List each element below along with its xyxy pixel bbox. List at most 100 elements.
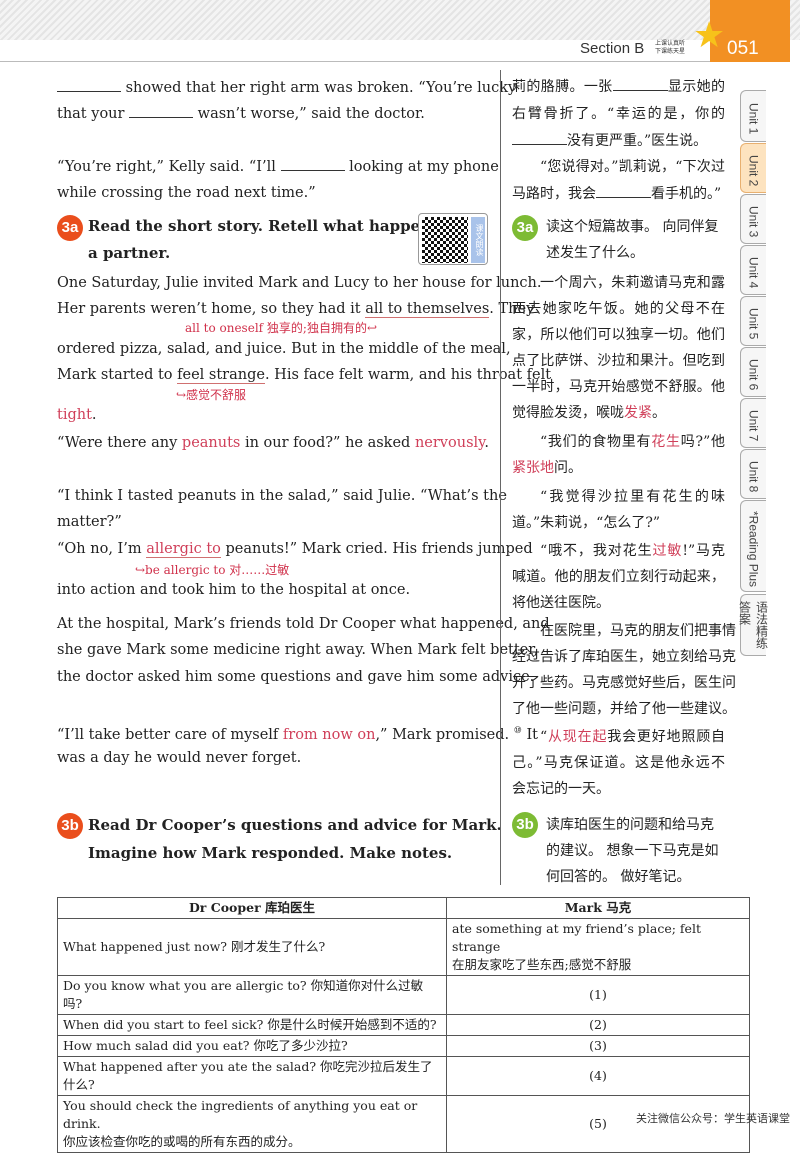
exercise-badge-3a: 3a <box>57 215 83 241</box>
text: 问。 <box>554 460 582 476</box>
exercise-title-cn: 读这个短篇故事。 向同伴复 <box>546 214 718 240</box>
exercise-title: Read Dr Cooper’s questions and advice fo… <box>88 812 486 838</box>
tab-reading-plus[interactable]: *Reading Plus <box>740 500 766 592</box>
qr-code-image <box>422 217 468 263</box>
fill-blank[interactable] <box>512 131 567 145</box>
exercise-badge-3a-cn: 3a <box>512 215 538 241</box>
tab-unit-1[interactable]: Unit 1 <box>740 90 766 142</box>
tab-unit-2[interactable]: Unit 2 <box>740 143 766 193</box>
annotation: ↪感觉不舒服 <box>176 386 246 403</box>
highlighted-phrase: allergic to <box>146 541 221 558</box>
question-cell: When did you start to feel sick? 你是什么时候开… <box>58 1015 447 1036</box>
tab-unit-7[interactable]: Unit 7 <box>740 398 766 448</box>
table-row: What happened just now? 刚才发生了什么?ate some… <box>58 919 750 976</box>
cn-line: 喊道。他的朋友们立刻行动起来， <box>512 567 725 587</box>
vocab-word: peanuts <box>182 435 240 451</box>
cn-line: 一个周六，朱莉邀请马克和露 <box>512 273 725 293</box>
table-row: What happened after you ate the salad? 你… <box>58 1057 750 1096</box>
fill-blank[interactable] <box>129 104 193 118</box>
text: “Were there any <box>57 435 182 451</box>
story-line: At the hospital, Mark’s friends told Dr … <box>57 614 489 634</box>
exercise-badge-3b-cn: 3b <box>512 812 538 838</box>
text: “我们的食物里有 <box>540 434 651 450</box>
story-line: Mark started to feel strange. His face f… <box>57 365 489 385</box>
tab-grammar-answers[interactable]: 语法精练答案 <box>740 594 766 656</box>
text: . His face felt warm, and his throat fel… <box>265 367 551 383</box>
header-background <box>0 0 800 40</box>
cn-line: 点了比萨饼、沙拉和果汁。但吃到 <box>512 351 725 371</box>
text: 没有更严重。”医生说。 <box>567 133 707 149</box>
section-subtitle: 上课认真听下课练天星 <box>655 40 685 56</box>
tab-unit-6[interactable]: Unit 6 <box>740 347 766 397</box>
cn-line: 觉得脸发烫，喉咙发紧。 <box>512 403 725 423</box>
cn-line: 一半时，马克开始感觉不舒服。他 <box>512 377 725 397</box>
answer-blank-4[interactable]: (4) <box>447 1057 750 1096</box>
text: “You’re right,” Kelly said. “I’ll <box>57 159 276 175</box>
text-line: while crossing the road next time.” <box>57 183 489 203</box>
tab-unit-8[interactable]: Unit 8 <box>740 449 766 499</box>
story-line: ordered pizza, salad, and juice. But in … <box>57 339 489 359</box>
exercise-title: Imagine how Mark responded. Make notes. <box>88 840 452 866</box>
text: Mark started to <box>57 367 177 383</box>
text: “哦不，我对花生 <box>540 543 653 559</box>
cn-line: “我们的食物里有花生吗?”他 <box>512 432 725 452</box>
text: showed that her right arm was broken. “Y… <box>126 80 517 96</box>
cn-line: “我觉得沙拉里有花生的味 <box>512 487 725 507</box>
text: 觉得脸发烫，喉咙 <box>512 405 624 421</box>
cn-line: “从现在起我会更好地照顾自 <box>512 727 725 747</box>
vocab-word: 花生 <box>651 434 681 450</box>
subtitle-line: 下课练天星 <box>655 48 685 56</box>
answer-blank-2[interactable]: (2) <box>447 1015 750 1036</box>
exercise-title: Read the short story. Retell what happen… <box>88 213 473 239</box>
fill-blank[interactable] <box>596 184 651 198</box>
table-header-row: Dr Cooper 库珀医生Mark 马克 <box>58 898 750 919</box>
cn-line: “哦不，我对花生过敏!”马克 <box>512 541 725 561</box>
fill-blank[interactable] <box>281 157 345 171</box>
story-line: into action and took him to the hospital… <box>57 580 489 600</box>
column-header: Mark 马克 <box>447 898 750 919</box>
text-line: showed that her right arm was broken. “Y… <box>57 78 489 98</box>
story-line: was a day he would never forget. <box>57 748 489 768</box>
qr-label: 课文朗读 <box>471 217 485 263</box>
text: 莉的胳膊。一张 <box>512 79 613 95</box>
table-row: How much salad did you eat? 你吃了多少沙拉?(3) <box>58 1036 750 1057</box>
text: 我会更好地照顾自 <box>607 729 725 745</box>
text: 。 <box>652 405 666 421</box>
cn-line: 莉的胳膊。一张 显示她的 <box>512 77 725 97</box>
tab-unit-4[interactable]: Unit 4 <box>740 245 766 295</box>
fill-blank[interactable] <box>613 77 668 91</box>
table-row: Do you know what you are allergic to? 你知… <box>58 976 750 1015</box>
exercise-title-cn: 读库珀医生的问题和给马克 <box>546 812 714 838</box>
story-line: tight. <box>57 405 489 425</box>
text: Her parents weren’t home, so they had it <box>57 301 365 317</box>
cn-line: 经过告诉了库珀医生，她立刻给马克 <box>512 647 725 667</box>
story-line: “I think I tasted peanuts in the salad,”… <box>57 486 489 506</box>
tab-unit-3[interactable]: Unit 3 <box>740 194 766 244</box>
annotation: all to oneself 独享的;独自拥有的↩ <box>185 319 377 336</box>
answer-text: ate something at my friend’s place; felt… <box>452 920 744 956</box>
exercise-badge-3b: 3b <box>57 813 83 839</box>
text: 显示她的 <box>668 79 725 95</box>
exercise-title-cn: 的建议。 想象一下马克是如 <box>546 838 718 864</box>
story-line: she gave Mark some medicine right away. … <box>57 640 489 660</box>
qr-code[interactable]: 课文朗读 <box>418 213 488 265</box>
cn-line: 己。”马克保证道。这是他永远不 <box>512 753 725 773</box>
fill-blank[interactable] <box>57 78 121 92</box>
text: 看手机的。” <box>651 186 721 202</box>
answer-blank-3[interactable]: (3) <box>447 1036 750 1057</box>
answer-blank-1[interactable]: (1) <box>447 976 750 1015</box>
tab-unit-5[interactable]: Unit 5 <box>740 296 766 346</box>
cn-line: 道。”朱莉说，“怎么了?” <box>512 513 725 533</box>
story-line: the doctor asked him some questions and … <box>57 667 489 687</box>
cn-line: 家，所以他们可以独享一切。他们 <box>512 325 725 345</box>
highlighted-phrase: feel strange <box>177 367 265 384</box>
answer-text: 在朋友家吃了些东西;感觉不舒服 <box>452 956 744 974</box>
text: !”马克 <box>682 543 725 559</box>
text: 马路时，我会 <box>512 186 596 202</box>
question-cell: Do you know what you are allergic to? 你知… <box>58 976 447 1015</box>
page-number: 051 <box>727 38 759 60</box>
text: wasn’t worse,” said the doctor. <box>198 106 425 122</box>
exercise-title: a partner. <box>88 240 170 266</box>
advice-text: You should check the ingredients of anyt… <box>63 1097 441 1133</box>
cn-line: “您说得对。”凯莉说，“下次过 <box>512 157 725 177</box>
